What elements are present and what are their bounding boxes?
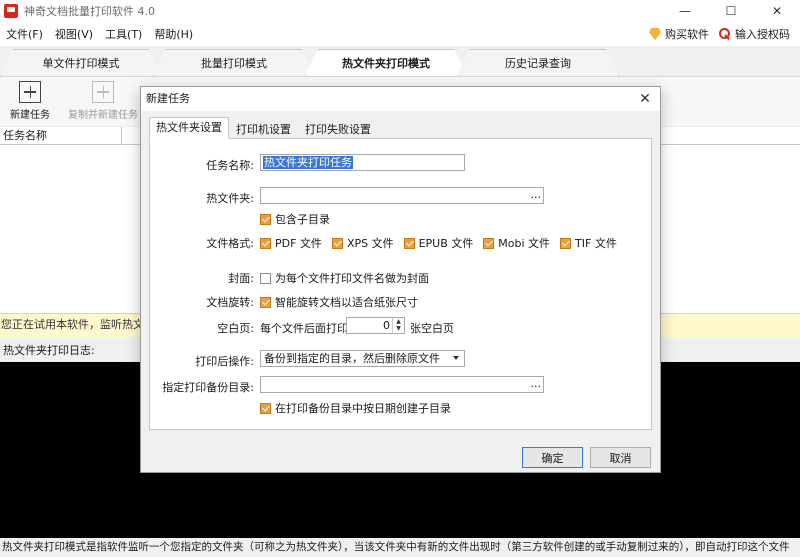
after-print-select[interactable]: 备份到指定的目录，然后删除原文件 — [260, 350, 465, 367]
format-xps-label: XPS 文件 — [346, 237, 394, 250]
tab-single-file[interactable]: 单文件打印模式 — [0, 49, 162, 76]
format-mobi-checkbox[interactable]: Mobi 文件 — [483, 235, 550, 251]
copy-plus-icon — [92, 81, 114, 103]
menu-file[interactable]: 文件(F) — [0, 26, 49, 42]
format-xps-checkbox[interactable]: XPS 文件 — [331, 235, 394, 251]
maximize-button[interactable]: ☐ — [708, 0, 754, 22]
blank-page-prefix: 每个文件后面打印 — [260, 322, 348, 335]
hot-folder-input[interactable]: ... — [260, 187, 544, 204]
format-xps-check[interactable] — [331, 237, 343, 249]
spinner-arrows-icon[interactable]: ▲ ▼ — [392, 318, 404, 333]
format-pdf-check[interactable] — [260, 237, 271, 249]
window-controls: — ☐ ✕ — [662, 0, 800, 22]
include-subdirs-checkbox[interactable]: 包含子目录 — [260, 211, 330, 227]
tab-batch[interactable]: 批量打印模式 — [153, 49, 315, 76]
after-print-value: 备份到指定的目录，然后删除原文件 — [264, 352, 440, 365]
rotate-option-label: 智能旋转文档以适合纸张尺寸 — [275, 296, 418, 309]
hot-folder-browse-button[interactable]: ... — [531, 188, 542, 201]
cover-check[interactable] — [260, 272, 271, 284]
ok-button[interactable]: 确定 — [522, 447, 583, 468]
format-epub-label: EPUB 文件 — [418, 237, 474, 250]
dialog-title-bar: 新建任务 ✕ — [141, 87, 660, 111]
license-label: 输入授权码 — [735, 28, 790, 41]
status-bar: 热文件夹打印模式是指软件监听一个您指定的文件夹（可称之为热文件夹），当该文件夹中… — [0, 538, 800, 557]
dialog-close-icon[interactable]: ✕ — [636, 90, 654, 108]
new-task-label: 新建任务 — [10, 110, 50, 121]
date-subdir-label: 在打印备份目录中按日期创建子目录 — [275, 402, 451, 415]
menu-right: 购买软件 输入授权码 — [649, 22, 800, 46]
format-mobi-check[interactable] — [483, 237, 495, 249]
key-icon — [719, 28, 731, 40]
blank-page-label: 空白页: — [217, 322, 254, 335]
backup-dir-browse-button[interactable]: ... — [531, 377, 542, 390]
new-task-dialog: 新建任务 ✕ 热文件夹设置 打印机设置 打印失败设置 任务名称: 热文件夹打印任… — [140, 86, 661, 473]
file-format-options: PDF 文件 XPS 文件 EPUB 文件 Mobi 文件 TIF 文件 — [260, 235, 627, 251]
chevron-down-icon — [453, 356, 459, 360]
blank-page-suffix: 张空白页 — [410, 322, 454, 335]
blank-page-spinner[interactable]: 0 ▲ ▼ — [346, 317, 405, 334]
app-title: 神奇文档批量打印软件 4.0 — [24, 5, 155, 18]
dialog-tab-content: 任务名称: 热文件夹打印任务 热文件夹: ... 包含子目录 文件格式: PDF… — [149, 138, 652, 430]
task-name-label: 任务名称: — [206, 159, 254, 172]
format-pdf-label: PDF 文件 — [275, 237, 322, 250]
tab-hot-folder-settings[interactable]: 热文件夹设置 — [149, 117, 229, 139]
format-epub-check[interactable] — [403, 237, 415, 249]
buy-software-link[interactable]: 购买软件 — [649, 26, 709, 42]
backup-dir-label: 指定打印备份目录: — [162, 381, 254, 394]
title-bar: 神奇文档批量打印软件 4.0 — ☐ ✕ — [0, 0, 800, 22]
enter-license-link[interactable]: 输入授权码 — [719, 26, 790, 42]
close-button[interactable]: ✕ — [754, 0, 800, 22]
date-subdir-checkbox[interactable]: 在打印备份目录中按日期创建子目录 — [260, 400, 451, 416]
plus-icon — [19, 81, 41, 103]
include-subdirs-check[interactable] — [260, 213, 271, 225]
buy-label: 购买软件 — [665, 28, 709, 41]
rotate-check[interactable] — [260, 296, 271, 308]
menu-bar: 文件(F) 视图(V) 工具(T) 帮助(H) 购买软件 输入授权码 — [0, 22, 800, 46]
task-name-value: 热文件夹打印任务 — [263, 156, 353, 169]
tab-hot-folder[interactable]: 热文件夹打印模式 — [305, 49, 467, 76]
tab-history[interactable]: 历史记录查询 — [457, 49, 619, 76]
hot-folder-label: 热文件夹: — [206, 192, 254, 205]
tab-print-failure-settings[interactable]: 打印失败设置 — [298, 119, 378, 139]
copy-new-task-label: 复制并新建任务 — [68, 110, 138, 121]
menu-view[interactable]: 视图(V) — [49, 26, 99, 42]
column-task-name[interactable]: 任务名称 — [0, 127, 122, 145]
format-tif-label: TIF 文件 — [575, 237, 617, 250]
include-subdirs-label: 包含子目录 — [275, 213, 330, 226]
cover-label: 封面: — [228, 272, 254, 285]
menu-help[interactable]: 帮助(H) — [148, 26, 199, 42]
file-format-label: 文件格式: — [206, 237, 254, 250]
dialog-tabs: 热文件夹设置 打印机设置 打印失败设置 — [149, 117, 378, 139]
format-mobi-label: Mobi 文件 — [498, 237, 551, 250]
dialog-title: 新建任务 — [146, 92, 190, 105]
new-task-button[interactable]: 新建任务 — [10, 81, 50, 121]
format-tif-checkbox[interactable]: TIF 文件 — [560, 235, 617, 251]
printer-app-icon — [4, 4, 18, 18]
after-print-label: 打印后操作: — [195, 355, 254, 368]
tab-printer-settings[interactable]: 打印机设置 — [229, 119, 298, 139]
task-name-input[interactable]: 热文件夹打印任务 — [260, 154, 465, 171]
menu-tools[interactable]: 工具(T) — [99, 26, 148, 42]
blank-page-value: 0 — [383, 319, 390, 332]
backup-dir-input[interactable]: ... — [260, 376, 544, 393]
cover-checkbox[interactable]: 为每个文件打印文件名做为封面 — [260, 270, 429, 286]
cancel-button[interactable]: 取消 — [590, 447, 651, 468]
format-epub-checkbox[interactable]: EPUB 文件 — [403, 235, 474, 251]
rotate-label: 文档旋转: — [206, 296, 254, 309]
format-pdf-checkbox[interactable]: PDF 文件 — [260, 235, 322, 251]
rotate-checkbox[interactable]: 智能旋转文档以适合纸张尺寸 — [260, 294, 418, 310]
mode-tabstrip: 单文件打印模式 批量打印模式 热文件夹打印模式 历史记录查询 — [0, 46, 800, 76]
date-subdir-check[interactable] — [260, 402, 271, 414]
cover-option-label: 为每个文件打印文件名做为封面 — [275, 272, 429, 285]
format-tif-check[interactable] — [560, 237, 572, 249]
copy-new-task-button[interactable]: 复制并新建任务 — [68, 81, 138, 121]
minimize-button[interactable]: — — [662, 0, 708, 22]
diamond-icon — [649, 28, 661, 40]
